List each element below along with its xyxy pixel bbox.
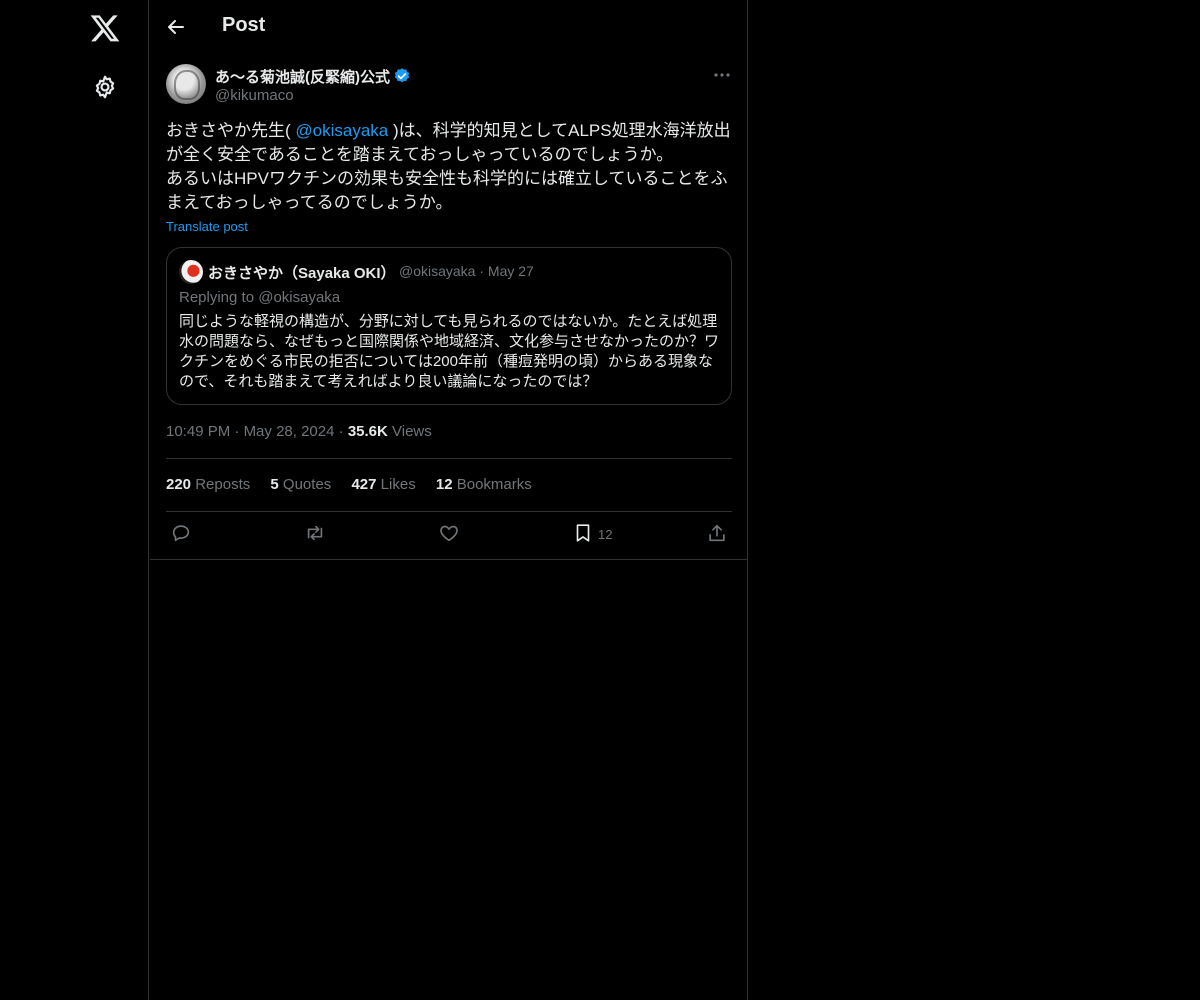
post-meta: 10:49 PM · May 28, 2024 · 35.6K Views [166,423,432,440]
quoted-display-name: おきさやか（Sayaka OKI） [208,265,396,282]
post-text: おきさやか先生( @okisayaka )は、科学的知見としてALPS処理水海洋… [166,119,736,215]
divider [150,559,748,560]
quoted-avatar [179,260,203,284]
post-time[interactable]: 10:49 PM [166,423,230,440]
bookmark-button[interactable]: 12 [572,522,612,546]
quoted-post[interactable]: おきさやか（Sayaka OKI） @okisayaka · May 27 Re… [166,247,732,405]
translate-post-link[interactable]: Translate post [166,219,248,234]
quoted-handle-date: @okisayaka · May 27 [399,263,534,279]
quotes-stat[interactable]: 5 Quotes [270,476,331,493]
back-arrow-icon[interactable] [164,15,188,39]
divider [166,511,732,512]
post-author: あ〜る菊池誠(反緊縮)公式 @kikumaco [166,64,732,108]
post-text-part: あるいはHPVワクチンの効果も安全性も科学的には確立していることをふまえておっし… [166,169,728,212]
reposts-count: 220 [166,476,192,493]
x-logo-icon[interactable] [89,12,121,44]
views-label: Views [392,423,432,440]
more-icon[interactable] [712,68,732,82]
repost-button[interactable] [304,522,326,546]
likes-count: 427 [351,476,377,493]
post-date[interactable]: May 28, 2024 [244,423,335,440]
separator: · [234,423,240,440]
author-handle[interactable]: @kikumaco [215,87,294,104]
replying-to: Replying to @okisayaka [179,289,341,306]
bookmarks-count: 12 [435,476,453,493]
bookmarks-stat[interactable]: 12 Bookmarks [436,476,532,493]
author-name-row[interactable]: あ〜る菊池誠(反緊縮)公式 [215,66,411,87]
reply-icon [172,525,190,542]
avatar[interactable] [166,64,206,104]
quotes-count: 5 [270,476,279,493]
reposts-stat[interactable]: 220 Reposts [166,476,250,493]
quotes-label: Quotes [282,476,332,493]
reposts-label: Reposts [195,476,251,493]
separator: · [479,263,485,279]
separator: · [338,423,344,440]
page-title: Post [222,14,266,36]
likes-stat[interactable]: 427 Likes [351,476,415,493]
heart-icon [440,525,458,542]
views-count: 35.6K [347,423,388,440]
share-icon [709,524,725,542]
post-stats: 220 Reposts 5 Quotes 427 Likes 12 Bookma… [166,476,548,493]
page-header: Post [150,0,747,54]
action-bar: 12 [166,522,732,548]
post-text-part: おきさやか先生( [166,121,296,140]
repost-icon [307,525,323,541]
author-display-name[interactable]: あ〜る菊池誠(反緊縮)公式 [215,69,390,86]
share-button[interactable] [706,522,728,546]
likes-label: Likes [380,476,416,493]
reply-button[interactable] [170,522,192,546]
quoted-handle: @okisayaka [399,263,476,279]
left-nav [0,0,149,1000]
quoted-text: 同じような軽視の構造が、分野に対しても見られるのではないか。たとえば処理水の問題… [179,313,720,390]
like-button[interactable] [438,522,460,546]
mention-link[interactable]: @okisayaka [295,121,388,140]
post-column: Post あ〜る菊池誠(反緊縮)公式 @kikumaco おきさやか先生( @o… [150,0,748,1000]
gear-icon[interactable] [92,74,118,100]
verified-badge-icon [394,68,410,83]
quoted-date: May 27 [487,263,534,279]
bookmark-icon [576,524,590,542]
bookmark-count: 12 [598,527,613,542]
bookmarks-label: Bookmarks [456,476,532,493]
divider [166,458,732,459]
